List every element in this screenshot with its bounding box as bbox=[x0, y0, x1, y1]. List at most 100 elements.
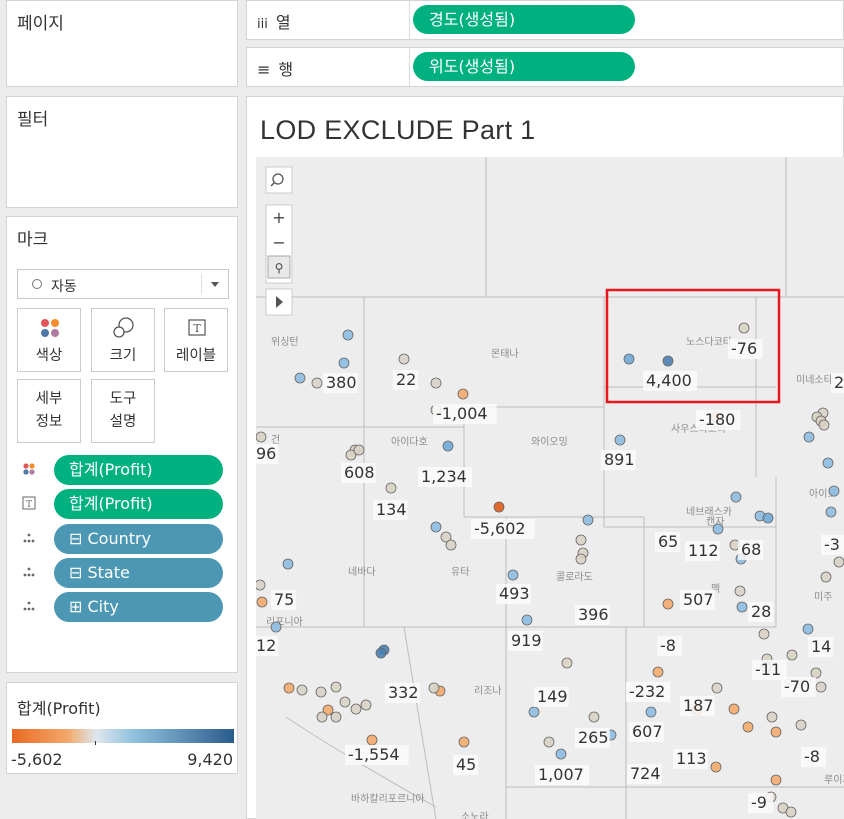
profit-value-label: 45 bbox=[456, 755, 476, 774]
city-mark[interactable] bbox=[283, 682, 295, 694]
city-mark[interactable] bbox=[762, 512, 774, 524]
filters-panel[interactable]: 필터 bbox=[6, 96, 238, 208]
city-mark[interactable] bbox=[645, 706, 657, 718]
pill-country[interactable]: ⊟ Country bbox=[54, 524, 223, 554]
city-mark[interactable] bbox=[786, 649, 798, 661]
pages-panel[interactable]: 페이지 bbox=[6, 0, 238, 87]
city-mark[interactable] bbox=[521, 614, 533, 626]
city-mark[interactable] bbox=[315, 686, 327, 698]
city-mark[interactable] bbox=[711, 682, 723, 694]
profit-value-label: 493 bbox=[499, 584, 530, 603]
city-mark[interactable] bbox=[652, 666, 664, 678]
city-mark[interactable] bbox=[375, 647, 387, 659]
longitude-pill[interactable]: 경도(생성됨) bbox=[413, 5, 635, 34]
city-mark[interactable] bbox=[770, 774, 782, 786]
city-mark[interactable] bbox=[366, 734, 378, 746]
city-mark[interactable] bbox=[430, 521, 442, 533]
mark-type-dropdown[interactable]: 자동 bbox=[17, 269, 229, 299]
pill-city[interactable]: ⊞ City bbox=[54, 592, 223, 622]
city-mark[interactable] bbox=[785, 806, 797, 818]
city-mark[interactable] bbox=[330, 681, 342, 693]
city-mark[interactable] bbox=[662, 598, 674, 610]
city-mark[interactable] bbox=[815, 681, 827, 693]
columns-shelf[interactable]: iii 열 경도(생성됨) bbox=[246, 0, 844, 40]
city-mark[interactable] bbox=[710, 761, 722, 773]
city-mark[interactable] bbox=[256, 579, 266, 591]
city-mark[interactable] bbox=[543, 736, 555, 748]
city-mark[interactable] bbox=[575, 534, 587, 546]
city-mark[interactable] bbox=[338, 357, 350, 369]
city-mark[interactable] bbox=[342, 329, 354, 341]
city-mark[interactable] bbox=[795, 719, 807, 731]
map-zoom-controls[interactable]: + − ⚲ bbox=[265, 166, 293, 316]
city-mark[interactable] bbox=[766, 711, 778, 723]
city-mark[interactable] bbox=[810, 667, 822, 679]
city-mark[interactable] bbox=[734, 585, 746, 597]
city-mark[interactable] bbox=[270, 621, 282, 633]
city-mark[interactable] bbox=[294, 372, 306, 384]
city-mark[interactable] bbox=[738, 322, 750, 334]
pill-profit-color[interactable]: 합계(Profit) bbox=[54, 455, 223, 485]
city-mark[interactable] bbox=[507, 569, 519, 581]
color-button[interactable]: 색상 bbox=[17, 308, 81, 372]
city-mark[interactable] bbox=[575, 553, 587, 565]
city-mark[interactable] bbox=[825, 506, 837, 518]
tooltip-button[interactable]: 도구 설명 bbox=[91, 379, 155, 443]
city-mark[interactable] bbox=[385, 482, 397, 494]
city-mark[interactable] bbox=[614, 434, 626, 446]
city-mark[interactable] bbox=[256, 596, 268, 608]
city-mark[interactable] bbox=[442, 440, 454, 452]
city-mark[interactable] bbox=[493, 501, 505, 513]
map[interactable]: + − ⚲ 노스다코타몬태나사우스다코타와이오밍아이다호위싱턴네브래스카유타네바… bbox=[256, 157, 844, 819]
city-mark[interactable] bbox=[828, 485, 840, 497]
text-icon: T bbox=[22, 496, 36, 510]
city-mark[interactable] bbox=[282, 558, 294, 570]
detail-button[interactable]: 세부 정보 bbox=[17, 379, 81, 443]
city-mark[interactable] bbox=[445, 539, 457, 551]
label-button[interactable]: T 레이블 bbox=[164, 308, 228, 372]
city-mark[interactable] bbox=[588, 711, 600, 723]
city-mark[interactable] bbox=[770, 726, 782, 738]
search-map-button[interactable] bbox=[265, 166, 293, 194]
pill-state[interactable]: ⊟ State bbox=[54, 558, 223, 588]
city-mark[interactable] bbox=[457, 388, 469, 400]
rows-shelf[interactable]: ≡ 행 위도(생성됨) bbox=[246, 47, 844, 87]
city-mark[interactable] bbox=[803, 431, 815, 443]
city-mark[interactable] bbox=[256, 431, 267, 443]
city-mark[interactable] bbox=[428, 682, 440, 694]
city-mark[interactable] bbox=[623, 353, 635, 365]
latitude-pill[interactable]: 위도(생성됨) bbox=[413, 52, 635, 81]
city-mark[interactable] bbox=[430, 377, 442, 389]
city-mark[interactable] bbox=[330, 711, 342, 723]
city-mark[interactable] bbox=[712, 523, 724, 535]
city-mark[interactable] bbox=[758, 628, 770, 640]
city-mark[interactable] bbox=[296, 684, 308, 696]
size-button[interactable]: 크기 bbox=[91, 308, 155, 372]
city-mark[interactable] bbox=[398, 353, 410, 365]
pill-profit-label[interactable]: 합계(Profit) bbox=[54, 489, 223, 519]
city-mark[interactable] bbox=[833, 556, 844, 568]
city-mark[interactable] bbox=[728, 703, 740, 715]
city-mark[interactable] bbox=[339, 696, 351, 708]
city-mark[interactable] bbox=[742, 721, 754, 733]
city-mark[interactable] bbox=[360, 699, 372, 711]
profit-value-label: 1,234 bbox=[421, 467, 467, 486]
city-mark[interactable] bbox=[311, 377, 323, 389]
city-mark[interactable] bbox=[662, 355, 674, 367]
city-mark[interactable] bbox=[458, 736, 470, 748]
profit-color-legend[interactable]: 합계(Profit) -5,602 9,420 bbox=[6, 682, 238, 774]
city-mark[interactable] bbox=[528, 706, 540, 718]
city-mark[interactable] bbox=[802, 623, 814, 635]
city-mark[interactable] bbox=[555, 748, 567, 760]
city-mark[interactable] bbox=[350, 703, 362, 715]
city-mark[interactable] bbox=[736, 601, 748, 613]
city-mark[interactable] bbox=[822, 457, 834, 469]
city-mark[interactable] bbox=[818, 419, 830, 431]
city-mark[interactable] bbox=[820, 571, 832, 583]
city-mark[interactable] bbox=[353, 444, 365, 456]
city-mark[interactable] bbox=[316, 711, 328, 723]
city-mark[interactable] bbox=[730, 491, 742, 503]
state-label: 루이지 bbox=[824, 774, 844, 786]
city-mark[interactable] bbox=[582, 514, 594, 526]
city-mark[interactable] bbox=[561, 657, 573, 669]
